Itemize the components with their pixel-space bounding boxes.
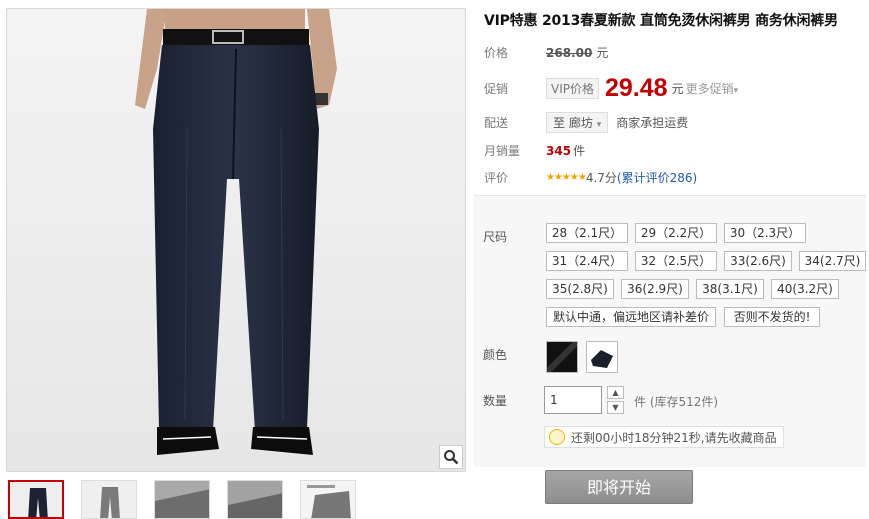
sales-count: 345 bbox=[546, 143, 572, 158]
size-option[interactable]: 35(2.8尺) bbox=[546, 279, 614, 299]
thumbnail-3[interactable] bbox=[154, 480, 210, 519]
thumbnail-4[interactable] bbox=[227, 480, 283, 519]
color-swatch-navy[interactable] bbox=[586, 341, 618, 373]
shipping-note: 商家承担运费 bbox=[616, 116, 689, 130]
lightbulb-icon bbox=[549, 429, 565, 445]
rating-score: 4.7分 bbox=[585, 171, 617, 185]
thumbnail-1[interactable] bbox=[8, 480, 64, 519]
rating-label: 评价 bbox=[484, 171, 509, 185]
shipping-label: 配送 bbox=[484, 116, 509, 130]
size-option[interactable]: 34(2.7尺) bbox=[799, 251, 866, 271]
star-rating-icon: ★★★★★ bbox=[546, 172, 587, 183]
quantity-input[interactable] bbox=[544, 386, 602, 414]
thumbnail-2[interactable] bbox=[81, 480, 137, 519]
reviews-link[interactable]: 累计评价286 bbox=[622, 169, 693, 186]
sales-row: 月销量 345 件 bbox=[484, 142, 585, 159]
quantity-label: 数量 bbox=[483, 394, 508, 408]
size-option[interactable]: 32（2.5尺） bbox=[635, 251, 717, 271]
sales-unit: 件 bbox=[573, 144, 586, 158]
destination-prefix: 至 bbox=[553, 116, 566, 130]
thumbnail-strip bbox=[8, 480, 468, 519]
size-option[interactable]: 38(3.1尺) bbox=[696, 279, 764, 299]
destination-select[interactable]: 至 廊坊 ▾ bbox=[546, 112, 609, 133]
zoom-button[interactable] bbox=[439, 445, 463, 469]
promo-currency-unit: 元 bbox=[671, 82, 684, 96]
shipping-row: 配送 至 廊坊 ▾ 商家承担运费 bbox=[484, 112, 688, 133]
rating-row: 评价 ★★★★★ 4.7分 (累计评价286) bbox=[484, 169, 697, 186]
color-label: 颜色 bbox=[483, 348, 508, 362]
size-option[interactable]: 28（2.1尺） bbox=[546, 223, 628, 243]
thumbnail-5[interactable] bbox=[300, 480, 356, 519]
size-option[interactable]: 29（2.2尺） bbox=[635, 223, 717, 243]
quantity-decrease-button[interactable]: ▼ bbox=[607, 401, 624, 414]
magnifier-icon bbox=[443, 449, 459, 465]
currency-unit: 元 bbox=[596, 46, 609, 60]
size-option[interactable]: 40(3.2尺) bbox=[771, 279, 839, 299]
stock-info: 件 (库存512件) bbox=[634, 395, 719, 409]
original-price: 268.00 bbox=[546, 45, 593, 60]
size-option[interactable]: 30（2.3尺） bbox=[724, 223, 806, 243]
quantity-increase-button[interactable]: ▲ bbox=[607, 386, 624, 399]
size-option[interactable]: 31（2.4尺） bbox=[546, 251, 628, 271]
chevron-down-icon: ▾ bbox=[596, 120, 602, 130]
arrow-down-icon: ▼ bbox=[612, 403, 619, 412]
size-label: 尺码 bbox=[483, 230, 508, 244]
reviews-close-paren: ) bbox=[692, 170, 698, 185]
promo-price: 29.48 bbox=[605, 74, 668, 102]
size-option[interactable]: 33(2.6尺) bbox=[724, 251, 792, 271]
product-title: VIP特惠 2013春夏新款 直筒免烫休闲裤男 商务休闲裤男 bbox=[484, 13, 838, 29]
promo-row: 促销 VIP价格 29.48 元 更多促销▾ bbox=[484, 74, 738, 103]
trousers-photo bbox=[7, 9, 465, 471]
countdown-notice: 还剩00小时18分钟21秒,请先收藏商品 bbox=[544, 426, 784, 448]
coming-soon-button[interactable]: 即将开始 bbox=[545, 470, 693, 504]
countdown-text: 还剩00小时18分钟21秒,请先收藏商品 bbox=[571, 430, 777, 445]
main-product-image[interactable] bbox=[6, 8, 466, 472]
more-promos-link[interactable]: 更多促销▾ bbox=[686, 80, 739, 97]
more-promos-label: 更多促销 bbox=[685, 82, 734, 96]
destination-value: 廊坊 bbox=[568, 116, 593, 130]
options-panel: 尺码 28（2.1尺） 29（2.2尺） 30（2.3尺） 31（2.4尺） 3… bbox=[474, 195, 866, 467]
vip-price-tag: VIP价格 bbox=[546, 78, 599, 99]
arrow-up-icon: ▲ bbox=[612, 388, 619, 397]
size-option[interactable]: 36(2.9尺) bbox=[621, 279, 689, 299]
price-label: 价格 bbox=[484, 46, 509, 60]
size-option[interactable]: 否则不发货的! bbox=[724, 307, 820, 327]
sales-label: 月销量 bbox=[484, 144, 521, 158]
size-option[interactable]: 默认中通，偏远地区请补差价 bbox=[546, 307, 716, 327]
price-row: 价格 268.00 元 bbox=[484, 44, 608, 61]
promo-label: 促销 bbox=[484, 82, 509, 96]
color-swatch-black[interactable] bbox=[546, 341, 578, 373]
chevron-down-icon: ▾ bbox=[733, 86, 739, 96]
